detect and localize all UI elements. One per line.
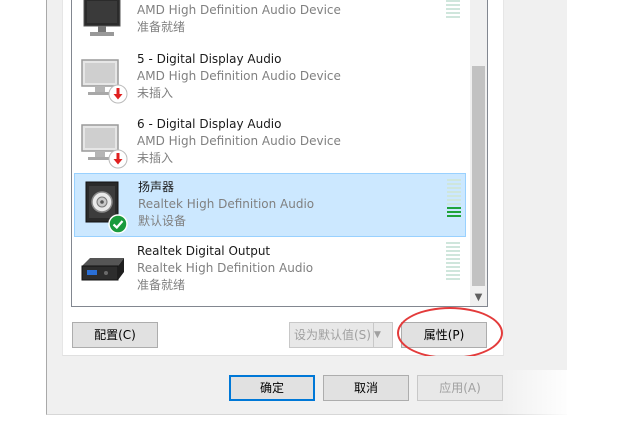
playback-device-list[interactable]: AMD High Definition Audio Device 准备就绪 5 … [71, 0, 488, 307]
device-status: 默认设备 [138, 214, 187, 228]
scroll-down-arrow-icon[interactable]: ▼ [470, 289, 487, 306]
set-default-label: 设为默认值(S) [294, 328, 371, 342]
device-status: 准备就绪 [137, 20, 186, 34]
device-driver: AMD High Definition Audio Device [137, 134, 341, 148]
device-row[interactable]: 6 - Digital Display Audio AMD High Defin… [74, 113, 466, 175]
device-driver: Realtek High Definition Audio [138, 197, 315, 211]
volume-level-meter [447, 179, 461, 221]
device-name: 6 - Digital Display Audio [137, 117, 282, 131]
device-status: 未插入 [137, 151, 174, 165]
default-check-icon [108, 214, 128, 234]
device-name: 扬声器 [138, 180, 175, 194]
device-driver: Realtek High Definition Audio [137, 261, 314, 275]
scrollbar-thumb[interactable] [472, 66, 485, 286]
apply-button[interactable]: 应用(A) [417, 375, 503, 401]
unplugged-arrow-icon [108, 84, 128, 104]
device-status: 准备就绪 [137, 278, 186, 292]
torn-edge-overlay [500, 370, 620, 434]
volume-level-meter [446, 242, 460, 284]
device-driver: AMD High Definition Audio Device [137, 3, 341, 17]
device-row[interactable]: 5 - Digital Display Audio AMD High Defin… [74, 48, 466, 110]
cancel-button[interactable]: 取消 [323, 375, 409, 401]
unplugged-arrow-icon [108, 149, 128, 169]
device-name: Realtek Digital Output [137, 244, 271, 258]
volume-level-meter [446, 0, 460, 22]
chevron-down-icon[interactable]: ▼ [373, 323, 392, 347]
device-name: 5 - Digital Display Audio [137, 52, 282, 66]
device-row[interactable]: Realtek Digital Output Realtek High Defi… [74, 240, 466, 302]
device-driver: AMD High Definition Audio Device [137, 69, 341, 83]
device-row-selected[interactable]: 扬声器 Realtek High Definition Audio 默认设备 [74, 173, 466, 237]
set-default-button[interactable]: 设为默认值(S) ▼ [289, 322, 393, 348]
red-highlight-circle [397, 307, 503, 359]
digital-output-icon [78, 244, 130, 296]
monitor-icon [78, 0, 130, 44]
screenshot-canvas: AMD High Definition Audio Device 准备就绪 5 … [0, 0, 620, 434]
device-row[interactable]: AMD High Definition Audio Device 准备就绪 [74, 0, 466, 50]
ok-button[interactable]: 确定 [229, 375, 315, 401]
device-status: 未插入 [137, 86, 174, 100]
configure-button[interactable]: 配置(C) [72, 322, 158, 348]
device-list-scrollbar[interactable]: ▼ [470, 0, 487, 306]
